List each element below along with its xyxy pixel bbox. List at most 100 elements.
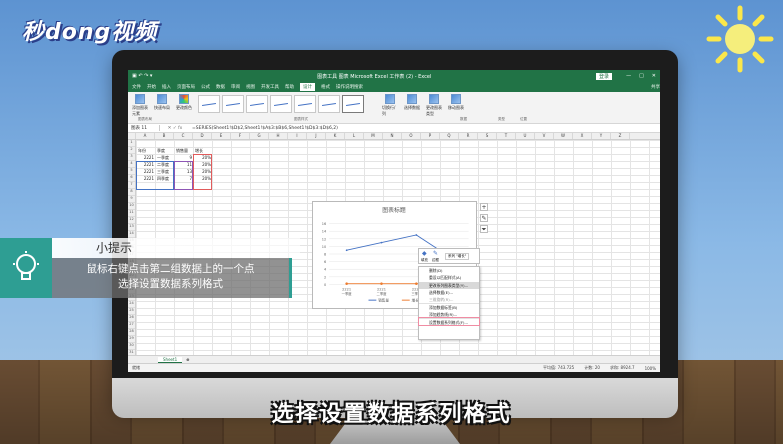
move-chart-button[interactable]: 移动图表 bbox=[448, 94, 464, 111]
menu-item-add-trendline[interactable]: 添加趋势线(R)... bbox=[419, 311, 479, 318]
table-cell[interactable]: 一季度 bbox=[157, 154, 174, 161]
chart-style-4[interactable] bbox=[270, 95, 292, 113]
chart-filter-icon[interactable]: ⏷ bbox=[480, 225, 488, 233]
row-header[interactable]: 1 bbox=[128, 140, 135, 147]
row-header[interactable]: 5 bbox=[128, 168, 135, 175]
fx-icon[interactable]: ✕ ✓ fx bbox=[160, 126, 190, 131]
table-cell[interactable]: 9 bbox=[175, 154, 192, 161]
column-header-V[interactable]: V bbox=[535, 133, 554, 139]
tab-insert[interactable]: 插入 bbox=[162, 84, 171, 90]
row-header[interactable]: 28 bbox=[128, 329, 135, 336]
column-header-A[interactable]: A bbox=[136, 133, 155, 139]
table-cell[interactable]: 销售量 bbox=[176, 147, 193, 154]
column-header-Z[interactable]: Z bbox=[611, 133, 630, 139]
column-header-D[interactable]: D bbox=[193, 133, 212, 139]
chart-styles-icon[interactable]: ✎ bbox=[480, 214, 488, 222]
column-header-W[interactable]: W bbox=[554, 133, 573, 139]
quick-access-icons[interactable]: ▣ ↶ ↷ ▾ bbox=[132, 73, 152, 79]
column-header-K[interactable]: K bbox=[326, 133, 345, 139]
share-button[interactable]: 共享 bbox=[651, 84, 660, 90]
minimize-icon[interactable]: — bbox=[626, 73, 631, 79]
formula-input[interactable]: =SERIES(Sheet1!$D$2,Sheet1!$A$3:$B$6,She… bbox=[190, 126, 338, 131]
chart-style-2[interactable] bbox=[222, 95, 244, 113]
column-header-U[interactable]: U bbox=[516, 133, 535, 139]
tab-home[interactable]: 开始 bbox=[147, 84, 156, 90]
add-chart-element-button[interactable]: 添加图表元素 bbox=[132, 94, 148, 117]
chart-elements-icon[interactable]: + bbox=[480, 203, 488, 211]
column-header-E[interactable]: E bbox=[212, 133, 231, 139]
table-cell[interactable]: 增长 bbox=[195, 147, 212, 154]
row-header[interactable]: 30 bbox=[128, 343, 135, 350]
window-controls[interactable]: — □ ✕ bbox=[626, 73, 656, 79]
menu-item-format-data-series[interactable]: 设置数据系列格式(F)... bbox=[418, 317, 480, 327]
row-header[interactable]: 25 bbox=[128, 308, 135, 315]
login-button[interactable]: 登录 bbox=[596, 72, 613, 80]
row-header[interactable]: 10 bbox=[128, 203, 135, 210]
add-sheet-icon[interactable]: ⊕ bbox=[186, 357, 189, 362]
close-icon[interactable]: ✕ bbox=[652, 73, 656, 79]
menu-item-reset-style[interactable]: 重设以匹配样式(A) bbox=[419, 274, 479, 281]
tab-review[interactable]: 审阅 bbox=[231, 84, 240, 90]
column-header-H[interactable]: H bbox=[269, 133, 288, 139]
column-header-B[interactable]: B bbox=[155, 133, 174, 139]
row-header[interactable]: 14 bbox=[128, 231, 135, 238]
row-header[interactable]: 7 bbox=[128, 182, 135, 189]
tab-design[interactable]: 设计 bbox=[300, 83, 315, 91]
tab-page-layout[interactable]: 页面布局 bbox=[177, 84, 195, 90]
row-header[interactable]: 11 bbox=[128, 210, 135, 217]
tab-formulas[interactable]: 公式 bbox=[201, 84, 210, 90]
switch-row-col-button[interactable]: 切换行/列 bbox=[382, 94, 398, 117]
chart-style-7[interactable] bbox=[342, 95, 364, 113]
chart-style-1[interactable] bbox=[198, 95, 220, 113]
menu-item-select-data[interactable]: 选择数据(E)... bbox=[419, 289, 479, 296]
table-cell[interactable]: 季度 bbox=[157, 147, 174, 154]
tab-data[interactable]: 数据 bbox=[216, 84, 225, 90]
row-header[interactable]: 8 bbox=[128, 189, 135, 196]
fill-icon[interactable]: ◆ bbox=[422, 250, 427, 257]
menu-item-change-series-type[interactable]: 更改系列图表类型(Y)... bbox=[419, 281, 479, 289]
tab-developer[interactable]: 开发工具 bbox=[261, 84, 279, 90]
column-header-S[interactable]: S bbox=[478, 133, 497, 139]
row-header[interactable]: 29 bbox=[128, 336, 135, 343]
row-header[interactable]: 27 bbox=[128, 322, 135, 329]
column-header-X[interactable]: X bbox=[573, 133, 592, 139]
column-header-O[interactable]: O bbox=[402, 133, 421, 139]
change-colors-button[interactable]: 更改颜色 bbox=[176, 94, 192, 111]
quick-layout-button[interactable]: 快速布局 bbox=[154, 94, 170, 111]
column-header-N[interactable]: N bbox=[383, 133, 402, 139]
column-header-Q[interactable]: Q bbox=[440, 133, 459, 139]
row-header[interactable]: 2 bbox=[128, 147, 135, 154]
table-cell[interactable]: 年份 bbox=[138, 147, 155, 154]
menu-item-3d-rotation[interactable]: 三维旋转(R)... bbox=[419, 296, 479, 303]
sheet-tab-sheet1[interactable]: Sheet1 bbox=[158, 356, 183, 363]
column-header-M[interactable]: M bbox=[364, 133, 383, 139]
chart-style-3[interactable] bbox=[246, 95, 268, 113]
column-header-F[interactable]: F bbox=[231, 133, 250, 139]
zoom-level[interactable]: 100% bbox=[645, 366, 656, 371]
column-header-R[interactable]: R bbox=[459, 133, 478, 139]
chart-style-6[interactable] bbox=[318, 95, 340, 113]
series-dropdown[interactable]: 系列 "增长" bbox=[445, 253, 470, 260]
tell-me-search[interactable]: 操作说明搜索 bbox=[336, 84, 363, 90]
column-header-C[interactable]: C bbox=[174, 133, 193, 139]
tab-view[interactable]: 视图 bbox=[246, 84, 255, 90]
chart-style-5[interactable] bbox=[294, 95, 316, 113]
row-header[interactable]: 12 bbox=[128, 217, 135, 224]
column-header-G[interactable]: G bbox=[250, 133, 269, 139]
row-header[interactable]: 6 bbox=[128, 175, 135, 182]
tab-format[interactable]: 格式 bbox=[321, 84, 330, 90]
table-cell[interactable]: 2221 bbox=[137, 154, 154, 161]
tab-file[interactable]: 文件 bbox=[132, 84, 141, 90]
select-all-corner[interactable] bbox=[128, 133, 136, 139]
name-box[interactable]: 图表 11 bbox=[128, 125, 160, 131]
row-header[interactable]: 4 bbox=[128, 161, 135, 168]
column-header-I[interactable]: I bbox=[288, 133, 307, 139]
row-header[interactable]: 3 bbox=[128, 154, 135, 161]
select-data-button[interactable]: 选择数据 bbox=[404, 94, 420, 111]
column-header-P[interactable]: P bbox=[421, 133, 440, 139]
outline-icon[interactable]: ✎ bbox=[433, 250, 438, 257]
row-header[interactable]: 9 bbox=[128, 196, 135, 203]
maximize-icon[interactable]: □ bbox=[639, 73, 644, 79]
menu-item-add-data-labels[interactable]: 添加数据标签(B) bbox=[419, 303, 479, 310]
row-header[interactable]: 26 bbox=[128, 315, 135, 322]
